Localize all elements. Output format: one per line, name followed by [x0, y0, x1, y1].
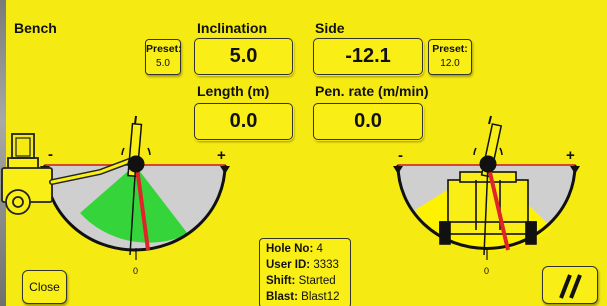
hole-number-label: Hole No: — [266, 243, 314, 255]
shift-row: Shift: Started — [266, 273, 344, 289]
right-gauge-minus: - — [398, 147, 403, 164]
left-gauge-minus: - — [48, 146, 53, 163]
section-title: Bench — [14, 20, 57, 36]
right-gauge-zero: 0 — [484, 266, 489, 276]
side-label: Side — [315, 20, 345, 36]
user-id-label: User ID: — [266, 259, 311, 271]
user-id-row: User ID: 3333 — [266, 257, 344, 273]
left-gauge-plus: + — [217, 147, 226, 164]
blast-value: Blast12 — [301, 291, 340, 303]
shift-label: Shift: — [266, 275, 296, 287]
inclination-value-field[interactable]: 5.0 — [194, 38, 293, 75]
hole-info-panel: Hole No: 4 User ID: 3333 Shift: Started … — [259, 238, 351, 306]
rig-rear-icon — [439, 171, 537, 245]
shift-value: Started — [298, 275, 336, 287]
left-gauge: - + 0 — [1, 115, 230, 276]
inclination-preset-value: 5.0 — [156, 58, 170, 69]
hole-number-value: 4 — [316, 243, 323, 255]
right-gauge: - + 0 — [393, 115, 580, 276]
user-id-value: 3333 — [313, 259, 339, 271]
hole-number-row: Hole No: 4 — [266, 241, 344, 257]
side-preset-value: 12.0 — [440, 58, 460, 69]
length-label: Length (m) — [197, 83, 270, 99]
blast-row: Blast: Blast12 — [266, 289, 344, 305]
double-slash-icon — [559, 274, 582, 299]
inclination-preset-button[interactable]: Preset: 5.0 — [145, 39, 182, 75]
inclination-label: Inclination — [197, 20, 267, 36]
control-panel: Bench Inclination Preset: 5.0 5.0 Side -… — [0, 0, 607, 306]
right-gauge-plus: + — [566, 147, 575, 164]
close-button[interactable]: Close — [22, 270, 67, 304]
side-preset-button[interactable]: Preset: 12.0 — [428, 39, 472, 75]
inclination-preset-label: Preset: — [146, 43, 182, 55]
pen-rate-label: Pen. rate (m/min) — [315, 83, 429, 99]
menu-button[interactable] — [542, 266, 598, 304]
side-value-field[interactable]: -12.1 — [313, 38, 423, 75]
side-preset-label: Preset: — [432, 43, 468, 55]
blast-label: Blast: — [266, 291, 298, 303]
left-gauge-zero: 0 — [133, 266, 138, 276]
